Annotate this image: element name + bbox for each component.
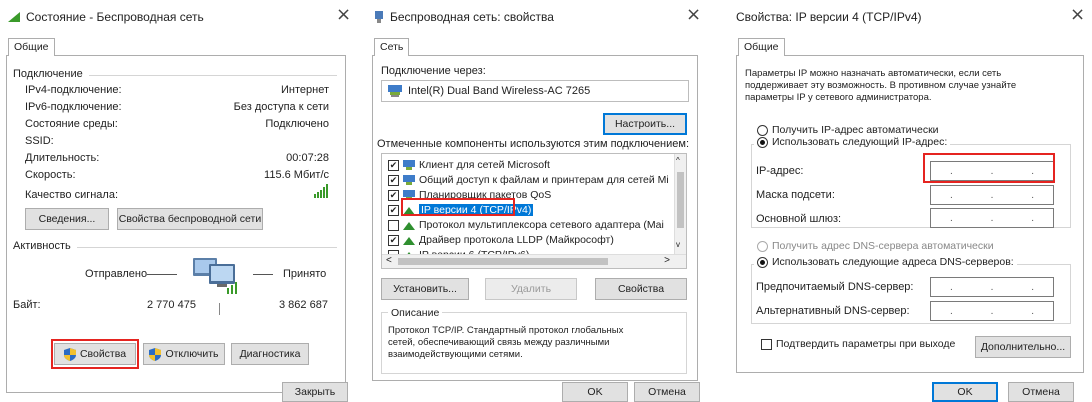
alternate-dns-input[interactable]: ... [930, 301, 1054, 321]
validate-checkbox[interactable]: Подтвердить параметры при выходе [761, 336, 955, 352]
checkbox[interactable]: ✔ [388, 189, 399, 201]
protocol-icon [403, 222, 415, 230]
scroll-thumb[interactable] [398, 258, 608, 265]
close-icon[interactable]: × [1070, 4, 1085, 25]
scroll-right-icon[interactable]: > [664, 255, 670, 266]
description-text: Протокол TCP/IP. Стандартный протокол гл… [388, 325, 624, 360]
details-button[interactable]: Сведения... [25, 208, 109, 230]
remove-button: Удалить [485, 278, 577, 300]
radio[interactable] [757, 256, 768, 268]
preferred-dns-label: Предпочитаемый DNS-сервер: [756, 281, 914, 293]
received-label: Принято [283, 268, 327, 280]
tab-general[interactable]: Общие [8, 38, 55, 56]
window-title: Беспроводная сеть: свойства [374, 10, 554, 24]
highlight-box [401, 198, 515, 216]
components-label: Отмеченные компоненты используются этим … [377, 138, 690, 150]
intro-text: Параметры IP можно назначать автоматичес… [745, 68, 1017, 103]
signal-quality-label: Качество сигнала: [25, 189, 119, 201]
dns-group: Использовать следующие адреса DNS-сервер… [751, 256, 1071, 324]
ipv4-properties-window: Свойства: IP версии 4 (TCP/IPv4) × Общие… [728, 0, 1092, 402]
tab-general[interactable]: Общие [738, 38, 785, 56]
advanced-button[interactable]: Дополнительно... [975, 336, 1071, 358]
list-item[interactable]: ✔ Общий доступ к файлам и принтерам для с… [388, 172, 669, 188]
checkbox[interactable] [761, 338, 772, 350]
ok-button[interactable]: OK [932, 382, 998, 402]
network-panel: Подключение через: Intel(R) Dual Band Wi… [372, 55, 698, 381]
description-group: Описание Протокол TCP/IP. Стандартный пр… [381, 307, 687, 374]
checkbox[interactable]: ✔ [388, 234, 399, 246]
checkbox[interactable]: ✔ [388, 174, 399, 186]
horizontal-scrollbar[interactable]: < > [382, 254, 686, 268]
manual-dns-radio[interactable]: Использовать следующие адреса DNS-сервер… [754, 256, 1017, 268]
alternate-dns-label: Альтернативный DNS-сервер: [756, 305, 910, 317]
disable-button[interactable]: Отключить [143, 343, 225, 365]
scroll-left-icon[interactable]: < [386, 255, 392, 266]
general-panel: Подключение IPv4-подключение: Интернет I… [6, 55, 346, 393]
scroll-down-icon[interactable]: v [676, 240, 680, 249]
protocol-icon [403, 237, 415, 245]
window-title: Состояние - Беспроводная сеть [8, 10, 204, 24]
adapter-icon [388, 85, 402, 97]
gateway-label: Основной шлюз: [756, 213, 842, 225]
window-title: Свойства: IP версии 4 (TCP/IPv4) [736, 10, 922, 24]
ok-button[interactable]: OK [562, 382, 628, 402]
cancel-button[interactable]: Отмена [1008, 382, 1074, 402]
sent-label: Отправлено [85, 268, 148, 280]
signal-bars-icon [314, 184, 328, 198]
cancel-button[interactable]: Отмена [634, 382, 700, 402]
vertical-scrollbar[interactable]: ^ v [674, 154, 686, 254]
radio[interactable] [757, 136, 768, 148]
service-icon [403, 175, 415, 185]
bytes-received: 3 862 687 [279, 299, 328, 311]
configure-button[interactable]: Настроить... [603, 113, 687, 135]
checkbox[interactable] [388, 219, 399, 231]
gateway-input[interactable]: ... [930, 208, 1054, 228]
install-button[interactable]: Установить... [381, 278, 469, 300]
subnet-mask-input[interactable]: ... [930, 185, 1054, 205]
preferred-dns-input[interactable]: ... [930, 277, 1054, 297]
wifi-signal-icon [8, 12, 20, 22]
shield-icon [149, 347, 162, 361]
connection-header: Подключение [13, 68, 83, 80]
scroll-thumb[interactable] [677, 172, 684, 228]
diagnostics-button[interactable]: Диагностика [231, 343, 309, 365]
activity-header: Активность [13, 240, 71, 252]
radio[interactable] [757, 124, 768, 136]
checkbox[interactable]: ✔ [388, 204, 399, 216]
network-adapter-icon [375, 11, 383, 23]
network-computers-icon [193, 258, 237, 294]
bytes-label: Байт: [13, 299, 41, 311]
connection-info: IPv4-подключение: Интернет IPv6-подключе… [25, 84, 329, 181]
adapter-field: Intel(R) Dual Band Wireless-AC 7265 [381, 80, 689, 102]
manual-ip-radio[interactable]: Использовать следующий IP-адрес: [754, 136, 951, 148]
connect-via-label: Подключение через: [381, 65, 486, 77]
wireless-properties-window: Беспроводная сеть: свойства × Сеть Подкл… [366, 0, 706, 402]
client-icon [403, 160, 415, 170]
checkbox[interactable]: ✔ [388, 159, 399, 171]
close-icon[interactable]: × [686, 4, 701, 25]
highlight-box [923, 153, 1055, 183]
auto-dns-radio: Получить адрес DNS-сервера автоматически [757, 238, 994, 254]
status-window: Состояние - Беспроводная сеть × Общие По… [0, 0, 356, 402]
highlight-box [51, 339, 139, 369]
radio [757, 240, 768, 252]
bytes-sent: 2 770 475 [147, 299, 196, 311]
properties-button[interactable]: Свойства [595, 278, 687, 300]
ip-address-label: IP-адрес: [756, 165, 804, 177]
close-button[interactable]: Закрыть [282, 382, 348, 402]
list-item[interactable]: ✔ Клиент для сетей Microsoft [388, 157, 550, 173]
wireless-properties-button[interactable]: Свойства беспроводной сети [117, 208, 263, 230]
general-panel: Параметры IP можно назначать автоматичес… [736, 55, 1084, 373]
close-icon[interactable]: × [336, 4, 351, 25]
tab-network[interactable]: Сеть [374, 38, 410, 56]
subnet-mask-label: Маска подсети: [756, 189, 835, 201]
scroll-up-icon[interactable]: ^ [676, 156, 680, 165]
list-item[interactable]: Протокол мультиплексора сетевого адаптер… [388, 217, 664, 233]
list-item[interactable]: ✔ Драйвер протокола LLDP (Майкрософт) [388, 232, 614, 248]
